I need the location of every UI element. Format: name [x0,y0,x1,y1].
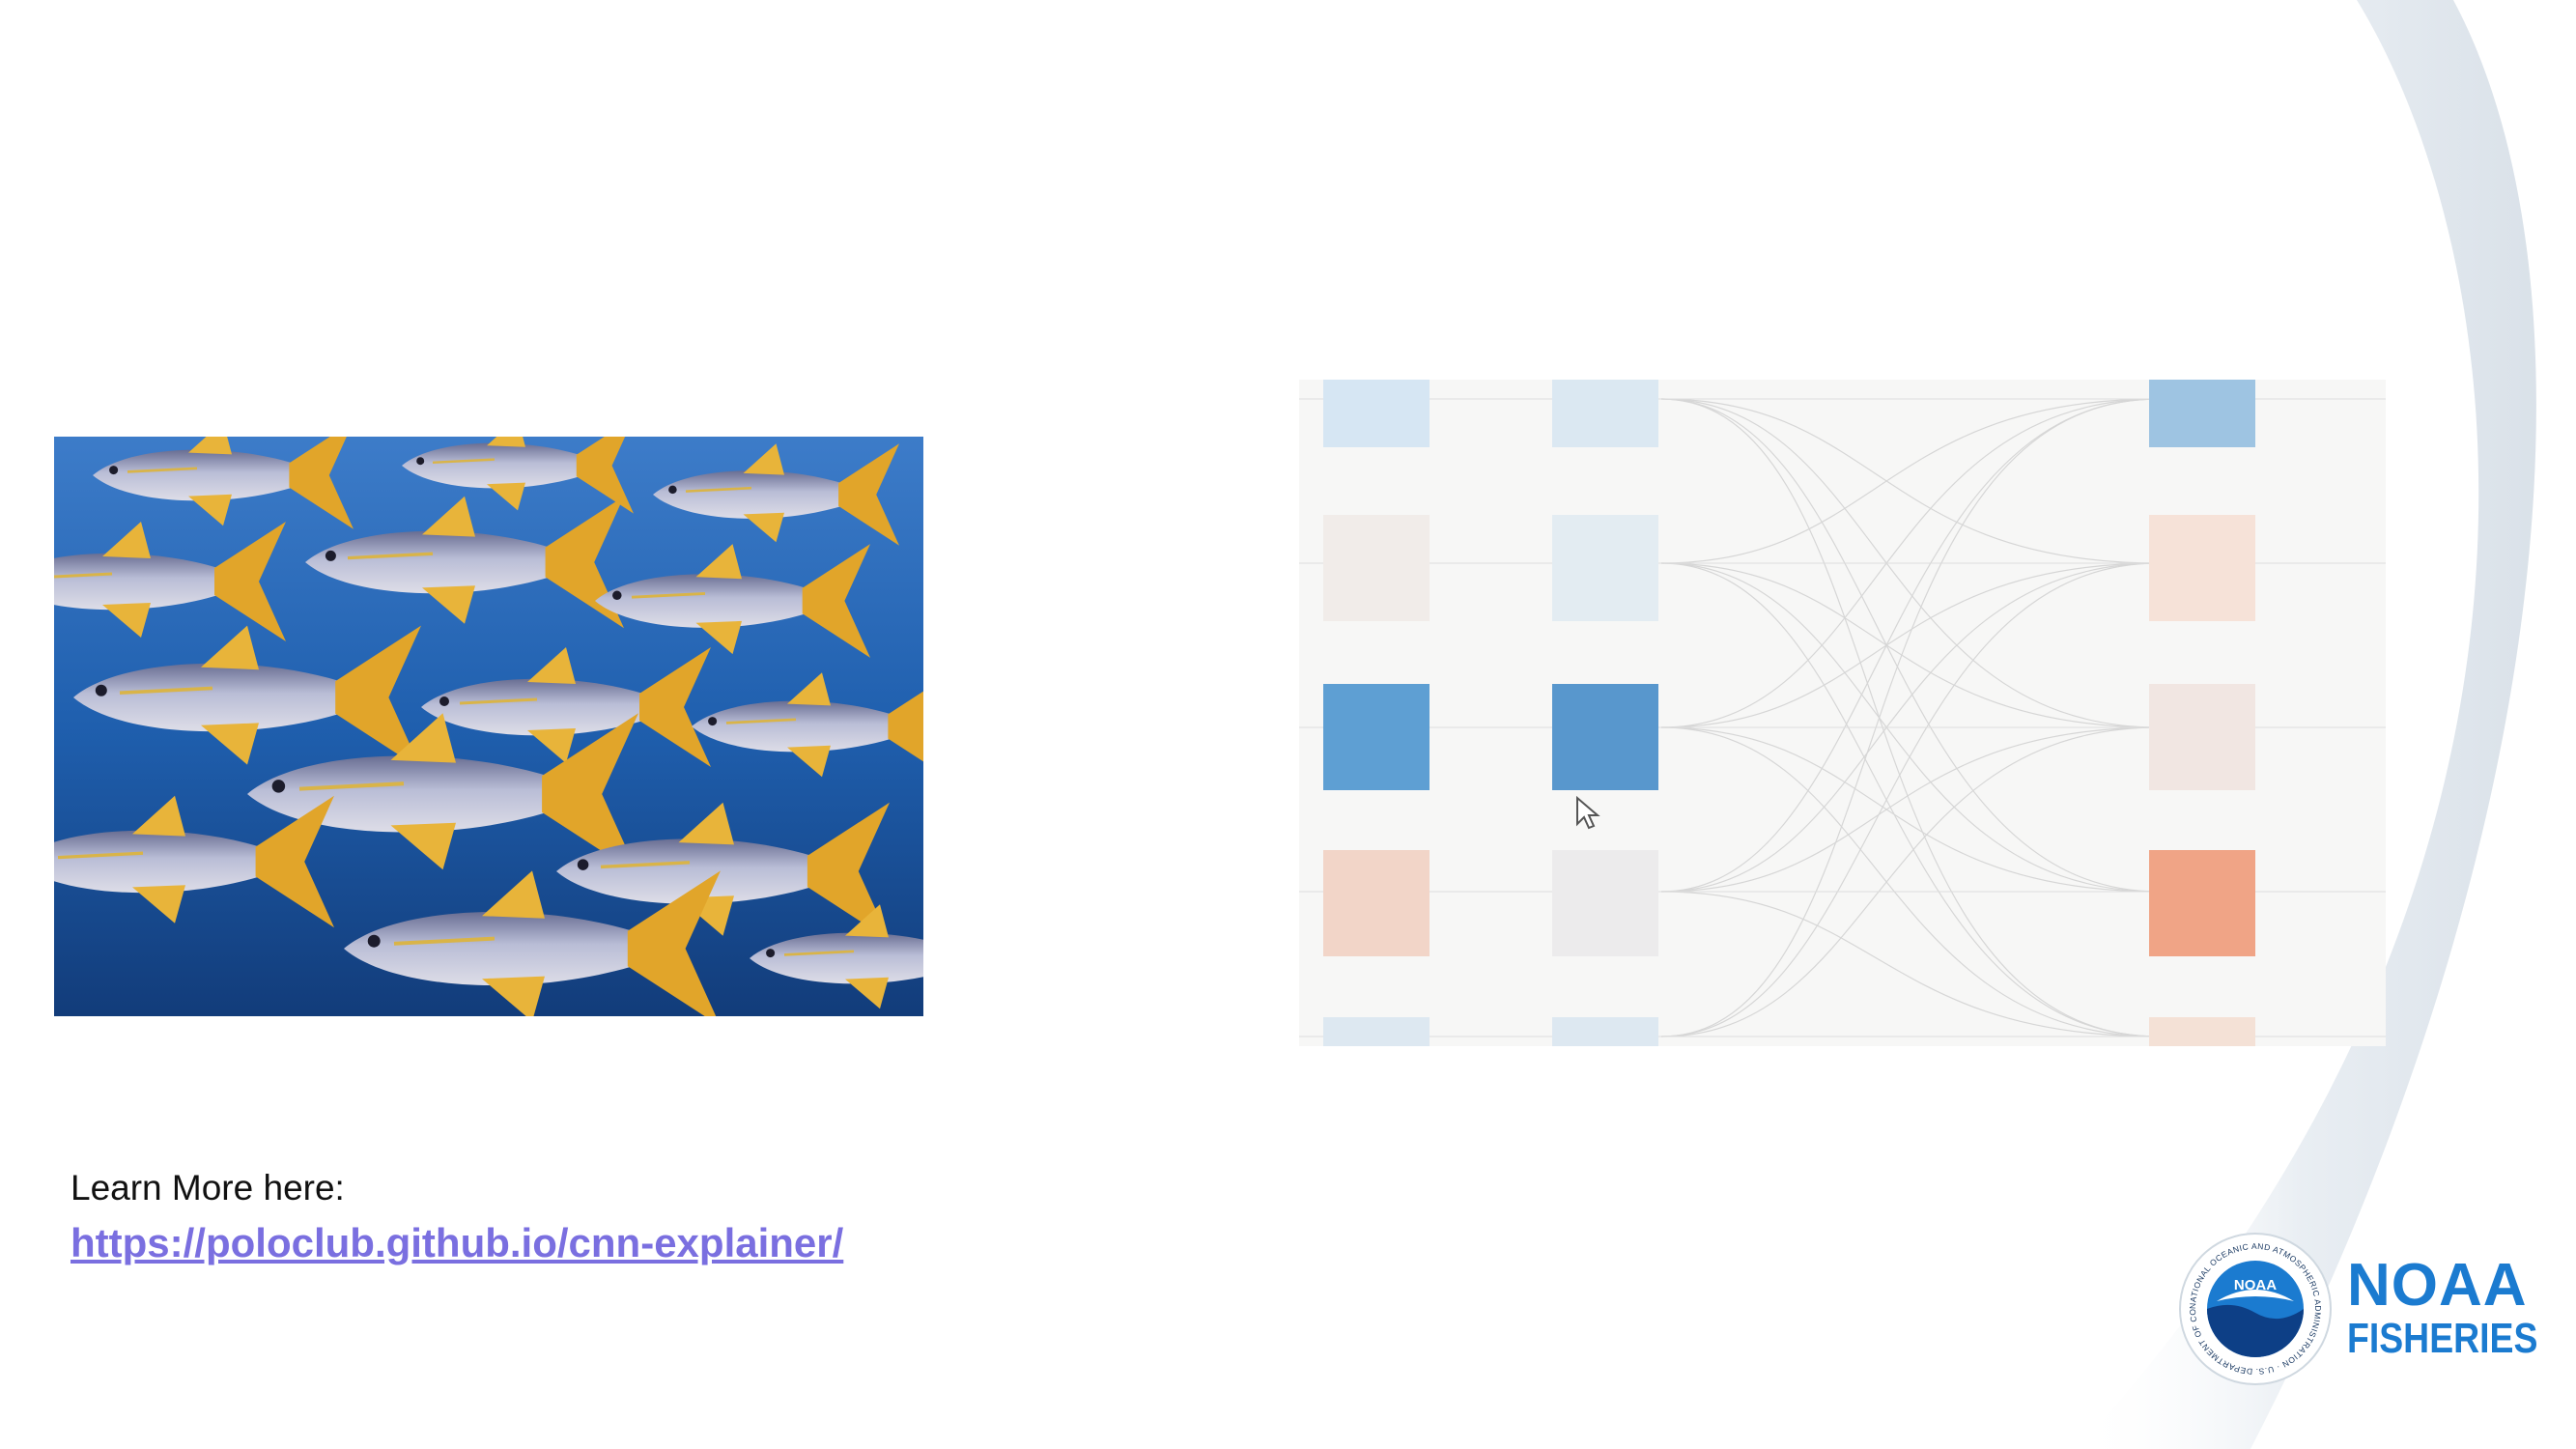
wordmark-fisheries: FISHERIES [2347,1315,2538,1362]
cnn-explainer-visual [1299,380,2386,1046]
neural-network-icon [1299,380,2386,1046]
slide: Learn More here: https://poloclub.github… [0,0,2576,1449]
noaa-emblem-icon: NATIONAL OCEANIC AND ATMOSPHERIC ADMINIS… [2178,1232,2332,1385]
cnn-explainer-link[interactable]: https://poloclub.github.io/cnn-explainer… [71,1219,843,1267]
wordmark-noaa: NOAA [2347,1252,2528,1319]
noaa-fisheries-wordmark: NOAA FISHERIES [2347,1256,2571,1360]
fish-icon [54,437,923,1016]
svg-text:NOAA: NOAA [2234,1277,2277,1293]
learn-more-label: Learn More here: [71,1168,345,1208]
tuna-photo [54,437,923,1016]
